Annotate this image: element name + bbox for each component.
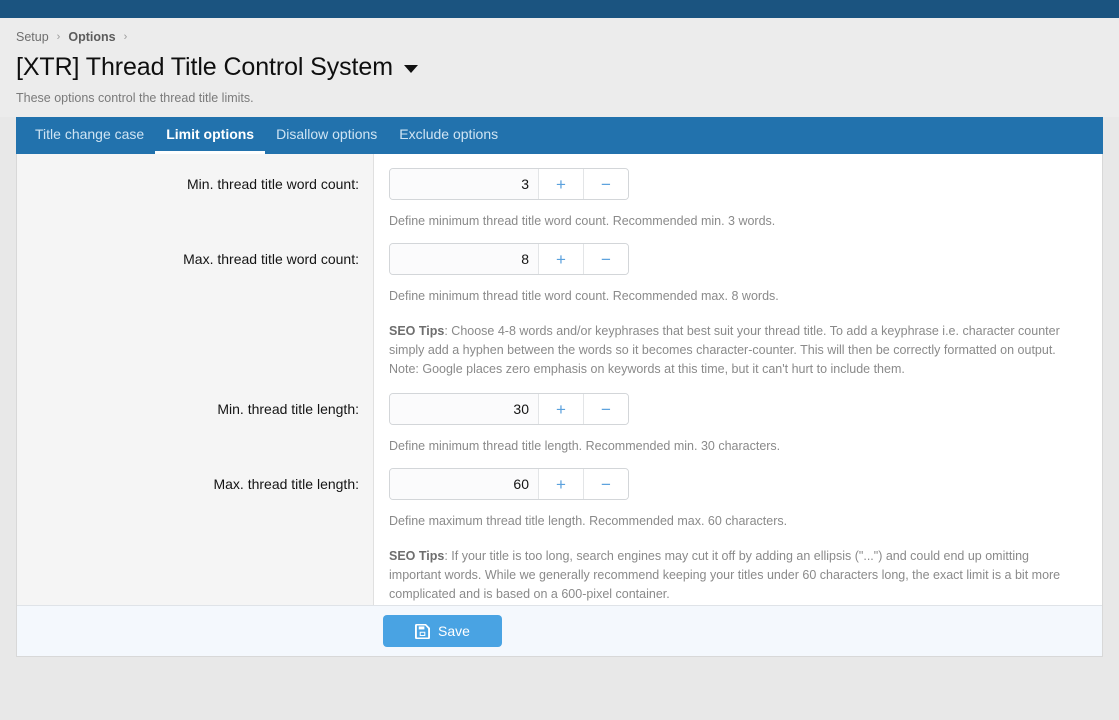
tab-disallow-options[interactable]: Disallow options <box>265 117 388 154</box>
form-row-min-length: Min. thread title length: + − Define min… <box>17 379 1102 454</box>
breadcrumb-item-options[interactable]: Options <box>68 29 115 45</box>
field-min-word-count: + − Define minimum thread title word cou… <box>374 154 1102 229</box>
tab-bar: Title change case Limit options Disallow… <box>16 117 1103 154</box>
panel-footer: Save <box>17 605 1102 656</box>
stepper-max-word-count: + − <box>389 243 629 275</box>
options-panel: Min. thread title word count: + − Define… <box>16 154 1103 657</box>
seo-tips-length: SEO Tips: If your title is too long, sea… <box>389 547 1078 604</box>
tab-title-change-case[interactable]: Title change case <box>24 117 155 154</box>
help-text-max-length: Define maximum thread title length. Reco… <box>389 514 788 528</box>
help-text-min-length: Define minimum thread title length. Reco… <box>389 439 781 453</box>
increment-button[interactable]: + <box>538 469 583 499</box>
top-navbar <box>0 0 1119 18</box>
input-max-thread-title-length[interactable] <box>390 469 538 499</box>
help-text-max-word-count: Define minimum thread title word count. … <box>389 289 779 303</box>
form-rows: Min. thread title word count: + − Define… <box>17 154 1102 605</box>
form-row-min-word-count: Min. thread title word count: + − Define… <box>17 154 1102 229</box>
field-max-word-count: + − Define minimum thread title word cou… <box>374 229 1102 379</box>
label-min-thread-title-word-count: Min. thread title word count: <box>187 176 359 192</box>
seo-tips-text: : If your title is too long, search engi… <box>389 549 1061 601</box>
stepper-min-word-count: + − <box>389 168 629 200</box>
input-max-thread-title-word-count[interactable] <box>390 244 538 274</box>
chevron-down-icon[interactable] <box>403 65 418 73</box>
stepper-max-length: + − <box>389 468 629 500</box>
form-row-max-length: Max. thread title length: + − Define max… <box>17 454 1102 604</box>
page-title: [XTR] Thread Title Control System <box>16 53 393 81</box>
save-button[interactable]: Save <box>383 615 502 647</box>
label-max-thread-title-length: Max. thread title length: <box>213 476 359 492</box>
form-row-max-word-count: Max. thread title word count: + − Define… <box>17 229 1102 379</box>
increment-button[interactable]: + <box>538 169 583 199</box>
seo-tips-text: : Choose 4-8 words and/or keyphrases tha… <box>389 324 1060 376</box>
page-header: Setup › Options › [XTR] Thread Title Con… <box>0 18 1119 117</box>
page-title-row: [XTR] Thread Title Control System <box>16 52 1103 82</box>
breadcrumb-separator-icon: › <box>123 31 128 43</box>
input-min-thread-title-word-count[interactable] <box>390 169 538 199</box>
breadcrumb-separator-icon: › <box>56 31 61 43</box>
seo-tips-label: SEO Tips <box>389 324 445 338</box>
help-text-min-word-count: Define minimum thread title word count. … <box>389 214 776 228</box>
decrement-button[interactable]: − <box>583 394 628 424</box>
seo-tips-label: SEO Tips <box>389 549 445 563</box>
increment-button[interactable]: + <box>538 394 583 424</box>
label-min-thread-title-length: Min. thread title length: <box>217 401 359 417</box>
breadcrumb-item-setup[interactable]: Setup <box>16 29 49 45</box>
field-min-length: + − Define minimum thread title length. … <box>374 379 1102 454</box>
tab-exclude-options[interactable]: Exclude options <box>388 117 509 154</box>
label-max-thread-title-word-count: Max. thread title word count: <box>183 251 359 267</box>
decrement-button[interactable]: − <box>583 469 628 499</box>
input-min-thread-title-length[interactable] <box>390 394 538 424</box>
page-description: These options control the thread title l… <box>16 91 254 105</box>
floppy-disk-save-icon <box>415 623 431 639</box>
field-max-length: + − Define maximum thread title length. … <box>374 454 1102 604</box>
tab-limit-options[interactable]: Limit options <box>155 117 266 154</box>
increment-button[interactable]: + <box>538 244 583 274</box>
stepper-min-length: + − <box>389 393 629 425</box>
decrement-button[interactable]: − <box>583 244 628 274</box>
save-button-label: Save <box>438 623 470 639</box>
seo-tips-word-count: SEO Tips: Choose 4-8 words and/or keyphr… <box>389 322 1078 379</box>
decrement-button[interactable]: − <box>583 169 628 199</box>
breadcrumb: Setup › Options › <box>16 18 1103 45</box>
